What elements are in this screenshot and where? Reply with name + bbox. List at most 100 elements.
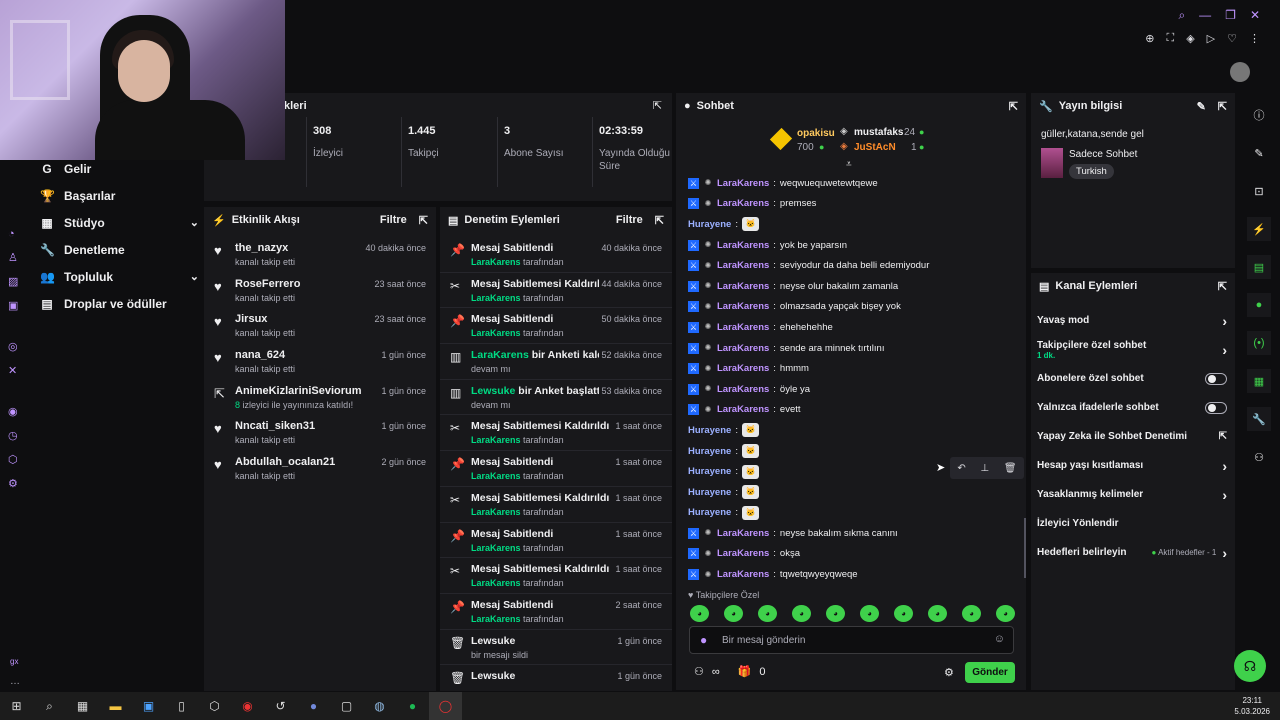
- chevron-right-icon[interactable]: ›: [1222, 545, 1227, 561]
- moderation-item[interactable]: ✂ Mesaj Sabitlemesi Kaldırıldı LaraKarens …: [440, 273, 672, 309]
- moderation-item[interactable]: ✂ Mesaj Sabitlemesi Kaldırıldı LaraKarens …: [440, 487, 672, 523]
- chat-username[interactable]: Hurayene: [688, 219, 731, 230]
- chevron-down-icon[interactable]: ⌄: [190, 270, 199, 283]
- send-button[interactable]: Gönder: [965, 662, 1015, 683]
- search-icon[interactable]: ⌕: [1178, 8, 1185, 23]
- chevron-right-icon[interactable]: ›: [1222, 313, 1227, 329]
- channel-action-item[interactable]: Yapay Zeka ile Sohbet Denetimi ⇱: [1031, 422, 1235, 451]
- tag-icon[interactable]: ▨: [8, 275, 18, 288]
- toggle-switch[interactable]: [1205, 372, 1227, 385]
- collapse-icon[interactable]: ⩡: [846, 159, 852, 170]
- external-link-icon[interactable]: ⇱: [1219, 431, 1227, 442]
- more-icon[interactable]: …: [10, 676, 20, 687]
- browser-icon[interactable]: ◉: [231, 692, 264, 720]
- chat-message[interactable]: ⚔ ✺ LaraKarens: neyse bakalım sıkma canını: [688, 523, 1018, 544]
- app-icon[interactable]: ▣: [8, 299, 18, 312]
- chat-username[interactable]: Hurayene: [688, 466, 731, 477]
- moderation-item[interactable]: 📌 Mesaj Sabitlendi LaraKarens tarafından 1 …: [440, 451, 672, 487]
- filter-button[interactable]: Filtre: [380, 214, 407, 226]
- reply-icon[interactable]: ↶: [957, 463, 965, 474]
- settings-icon[interactable]: ⚙: [8, 477, 18, 490]
- chat-message[interactable]: ⚔ ✺ LaraKarens: tqwetqwyeyqweqe: [688, 564, 1018, 585]
- activity-item[interactable]: ♥ Abdullah_ocalan21 kanalı takip etti 2 gün…: [204, 451, 436, 487]
- activity-item[interactable]: ♥ RoseFerrero kanalı takip etti 23 saat önc…: [204, 273, 436, 309]
- emote-icon[interactable]: ◕: [724, 605, 743, 622]
- chat-message[interactable]: Hurayene: 🐱: [688, 420, 1018, 441]
- emote-icon[interactable]: ◕: [792, 605, 811, 622]
- mic-icon[interactable]: ●: [700, 633, 707, 647]
- clock-icon[interactable]: ◷: [8, 429, 18, 442]
- channel-action-item[interactable]: Yalnızca ifadelerle sohbet: [1031, 393, 1235, 422]
- crop-icon[interactable]: ⛶: [1166, 32, 1174, 45]
- unity-icon[interactable]: ⬡: [198, 692, 231, 720]
- moderation-item[interactable]: 📌 Mesaj Sabitlendi LaraKarens tarafından 40…: [440, 237, 672, 273]
- chat-username[interactable]: LaraKarens: [717, 404, 769, 415]
- wrench-icon[interactable]: 🔧: [1247, 407, 1271, 431]
- tag-badge[interactable]: Turkish: [1069, 164, 1114, 179]
- chat-username[interactable]: Hurayene: [688, 425, 731, 436]
- chat-username[interactable]: LaraKarens: [717, 322, 769, 333]
- filter-button[interactable]: Filtre: [616, 214, 643, 226]
- chevron-right-icon[interactable]: ›: [1222, 342, 1227, 358]
- nav-item-2[interactable]: ▦ Stüdyo ⌄: [34, 209, 199, 236]
- discord-icon[interactable]: ●: [297, 692, 330, 720]
- chat-message[interactable]: ⚔ ✺ LaraKarens: seviyodur da daha belli ede…: [688, 255, 1018, 276]
- chat-message[interactable]: ⚔ ✺ LaraKarens: sende ara minnek tırtılını: [688, 338, 1018, 359]
- link-icon[interactable]: ⬡: [8, 453, 18, 466]
- emote-icon[interactable]: ◕: [860, 605, 879, 622]
- pin-icon[interactable]: ⊥: [980, 463, 989, 474]
- activity-item[interactable]: ♥ the_nazyx kanalı takip etti 40 dakika önc…: [204, 237, 436, 273]
- moderation-item[interactable]: 📌 Mesaj Sabitlendi LaraKarens tarafından 1 …: [440, 523, 672, 559]
- info-icon[interactable]: ⓘ: [1247, 103, 1271, 127]
- moderation-item[interactable]: ✂ Mesaj Sabitlemesi Kaldırıldı LaraKarens …: [440, 558, 672, 594]
- popout-icon[interactable]: ⇱: [1218, 280, 1227, 293]
- channel-points-icon[interactable]: ⚇: [694, 665, 704, 678]
- chat-username[interactable]: LaraKarens: [717, 528, 769, 539]
- chat-username[interactable]: LaraKarens: [717, 198, 769, 209]
- calculator-icon[interactable]: ▦: [66, 692, 99, 720]
- chat-username[interactable]: LaraKarens: [717, 281, 769, 292]
- spotify-icon[interactable]: ●: [396, 692, 429, 720]
- clock[interactable]: 23:11 5.03.2026: [1234, 695, 1270, 717]
- moderation-item[interactable]: ✂ Mesaj Sabitlemesi Kaldırıldı LaraKarens …: [440, 415, 672, 452]
- chat-message[interactable]: ⚔ ✺ LaraKarens: premses: [688, 194, 1018, 215]
- play-circle-icon[interactable]: ◉: [8, 405, 18, 418]
- moderation-item[interactable]: ▥ LaraKarens bir Anketi kaldırdı devam mı 5…: [440, 344, 672, 380]
- chat-input[interactable]: ● Bir mesaj gönderin ☺: [689, 626, 1014, 654]
- chat-username[interactable]: Hurayene: [688, 487, 731, 498]
- chat-message[interactable]: Hurayene: 🐱: [688, 503, 1018, 524]
- restore-icon[interactable]: ❐: [1225, 8, 1236, 23]
- channel-action-item[interactable]: Abonelere özel sohbet: [1031, 364, 1235, 393]
- moderation-item[interactable]: ▥ Lewsuke bir Anket başlattı devam mı 53 da…: [440, 380, 672, 416]
- emote-icon[interactable]: ◕: [996, 605, 1015, 622]
- popout-icon[interactable]: ⇱: [419, 214, 428, 227]
- nav-item-5[interactable]: ▤ Droplar ve ödüller: [34, 290, 199, 317]
- moderation-item[interactable]: 📌 Mesaj Sabitlendi LaraKarens tarafından 2 …: [440, 594, 672, 630]
- chat-message[interactable]: ⚔ ✺ LaraKarens: okşa: [688, 544, 1018, 565]
- activity-item[interactable]: ♥ Jirsux kanalı takip etti 23 saat önce: [204, 308, 436, 344]
- gift-icon[interactable]: 🎁: [738, 665, 752, 678]
- emoji-icon[interactable]: ☺: [994, 633, 1005, 645]
- clip-icon[interactable]: ⊡: [1247, 179, 1271, 203]
- channel-action-item[interactable]: Yavaş mod ›: [1031, 306, 1235, 335]
- chat-message[interactable]: ⚔ ✺ LaraKarens: hmmm: [688, 358, 1018, 379]
- chevron-right-icon[interactable]: ›: [1222, 487, 1227, 503]
- chat-message[interactable]: ⚔ ✺ LaraKarens: öyle ya: [688, 379, 1018, 400]
- edit-icon[interactable]: ✎: [1197, 100, 1206, 113]
- steam-icon[interactable]: ◍: [363, 692, 396, 720]
- help-icon[interactable]: ☊: [1234, 650, 1266, 682]
- x-icon[interactable]: ✕: [8, 364, 18, 377]
- chat-message[interactable]: ⚔ ✺ LaraKarens: olmazsada yapçak bişey yok: [688, 297, 1018, 318]
- popout-icon[interactable]: ⇱: [1218, 100, 1227, 113]
- users-icon[interactable]: ⚇: [1247, 445, 1271, 469]
- search-icon[interactable]: ⌕: [33, 692, 66, 720]
- emote-icon[interactable]: ◕: [962, 605, 981, 622]
- emote-icon[interactable]: ◕: [758, 605, 777, 622]
- chevron-down-icon[interactable]: ⌄: [190, 216, 199, 229]
- remote-desktop-icon[interactable]: ▣: [132, 692, 165, 720]
- notes-icon[interactable]: ▤: [1247, 255, 1271, 279]
- chat-username[interactable]: LaraKarens: [717, 178, 769, 189]
- toggle-switch[interactable]: [1205, 401, 1227, 414]
- chat-bubble-icon[interactable]: ●: [1247, 293, 1271, 317]
- app-icon[interactable]: ↺: [264, 692, 297, 720]
